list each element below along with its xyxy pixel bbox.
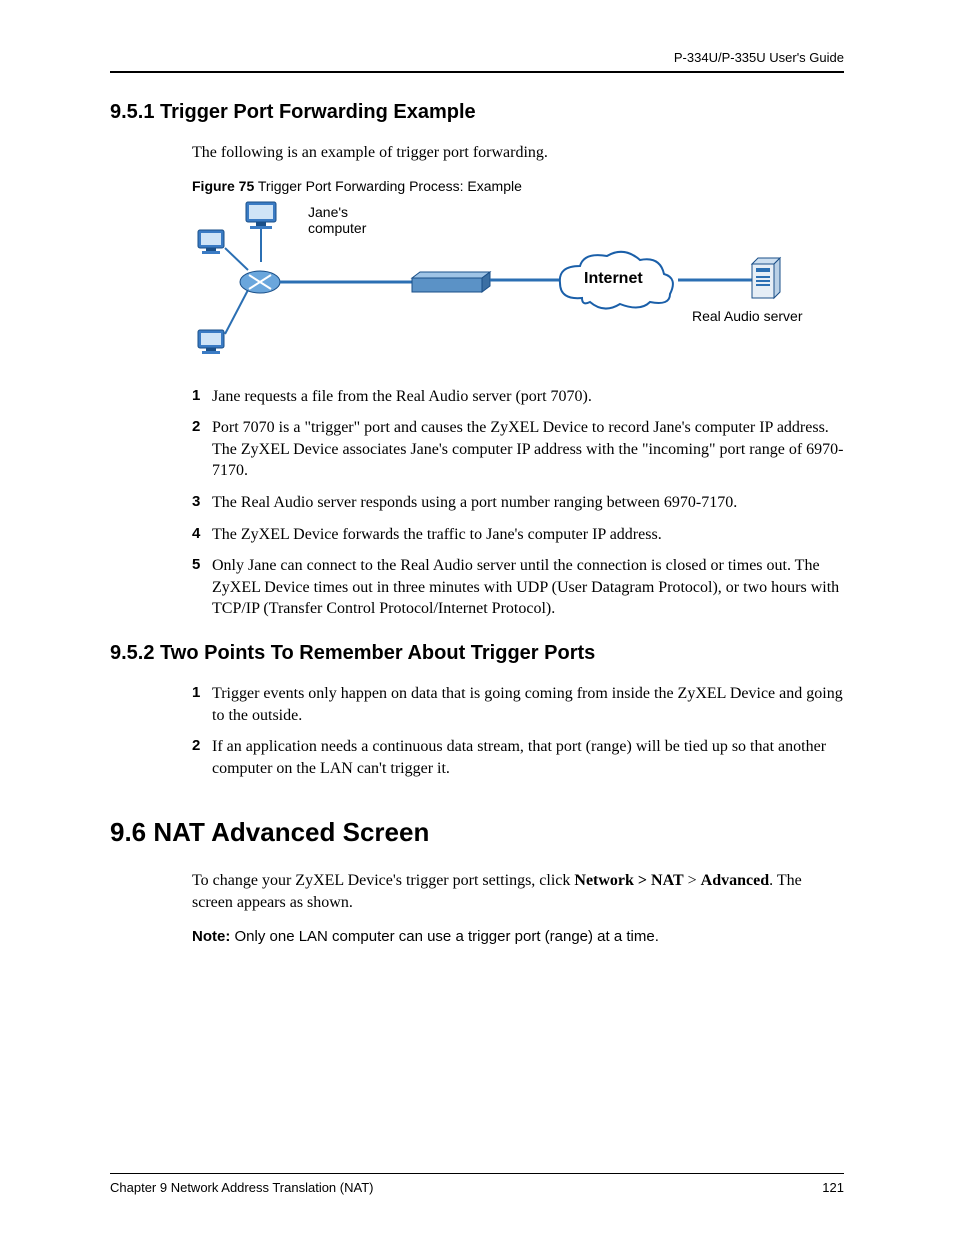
note-text: Only one LAN computer can use a trigger …	[230, 928, 659, 945]
figure-75: Jane's computer Internet Real Audio serv…	[192, 200, 832, 376]
list-item: 2If an application needs a continuous da…	[192, 736, 844, 779]
para-9-6: To change your ZyXEL Device's trigger po…	[192, 870, 844, 913]
list-item: 2Port 7070 is a "trigger" port and cause…	[192, 417, 844, 482]
header-guide-title: P-334U/P-335U User's Guide	[110, 50, 844, 65]
figure-caption: Figure 75 Trigger Port Forwarding Proces…	[192, 178, 844, 194]
figure-label-janes-computer: Jane's computer	[308, 204, 366, 236]
figure-number: Figure 75	[192, 178, 254, 194]
footer-page-number: 121	[822, 1180, 844, 1195]
section-9-5-2-body: 1Trigger events only happen on data that…	[192, 683, 844, 779]
figure-label-internet: Internet	[584, 270, 643, 288]
heading-9-6: 9.6 NAT Advanced Screen	[110, 817, 844, 848]
heading-9-5-2: 9.5.2 Two Points To Remember About Trigg…	[110, 642, 844, 665]
list-item: 4The ZyXEL Device forwards the traffic t…	[192, 524, 844, 546]
janes-computer-icon	[246, 202, 276, 262]
note-label: Note:	[192, 928, 230, 945]
lan-computer-icon	[198, 230, 248, 270]
footer-rule	[110, 1173, 844, 1174]
header-rule	[110, 71, 844, 73]
steps-9-5-2: 1Trigger events only happen on data that…	[192, 683, 844, 779]
figure-caption-text: Trigger Port Forwarding Process: Example	[254, 178, 522, 194]
list-item: 1Trigger events only happen on data that…	[192, 683, 844, 726]
server-icon	[752, 258, 780, 298]
nav-path-2: Advanced	[701, 872, 769, 889]
lan-computer-icon	[198, 290, 248, 354]
list-item: 3The Real Audio server responds using a …	[192, 492, 844, 514]
section-9-6-body: To change your ZyXEL Device's trigger po…	[192, 870, 844, 944]
page: P-334U/P-335U User's Guide 9.5.1 Trigger…	[0, 0, 954, 1235]
figure-label-real-audio-server: Real Audio server	[692, 308, 803, 324]
router-icon	[240, 271, 280, 293]
intro-para: The following is an example of trigger p…	[192, 142, 844, 164]
section-9-5-1-body: The following is an example of trigger p…	[192, 142, 844, 620]
heading-9-5-1: 9.5.1 Trigger Port Forwarding Example	[110, 101, 844, 124]
steps-9-5-1: 1Jane requests a file from the Real Audi…	[192, 386, 844, 620]
list-item: 1Jane requests a file from the Real Audi…	[192, 386, 844, 408]
note: Note: Only one LAN computer can use a tr…	[192, 928, 844, 945]
modem-icon	[412, 272, 490, 292]
nav-path-1: Network > NAT	[574, 872, 683, 889]
footer: Chapter 9 Network Address Translation (N…	[110, 1173, 844, 1195]
figure-svg	[192, 200, 832, 376]
list-item: 5Only Jane can connect to the Real Audio…	[192, 555, 844, 620]
footer-chapter: Chapter 9 Network Address Translation (N…	[110, 1180, 373, 1195]
